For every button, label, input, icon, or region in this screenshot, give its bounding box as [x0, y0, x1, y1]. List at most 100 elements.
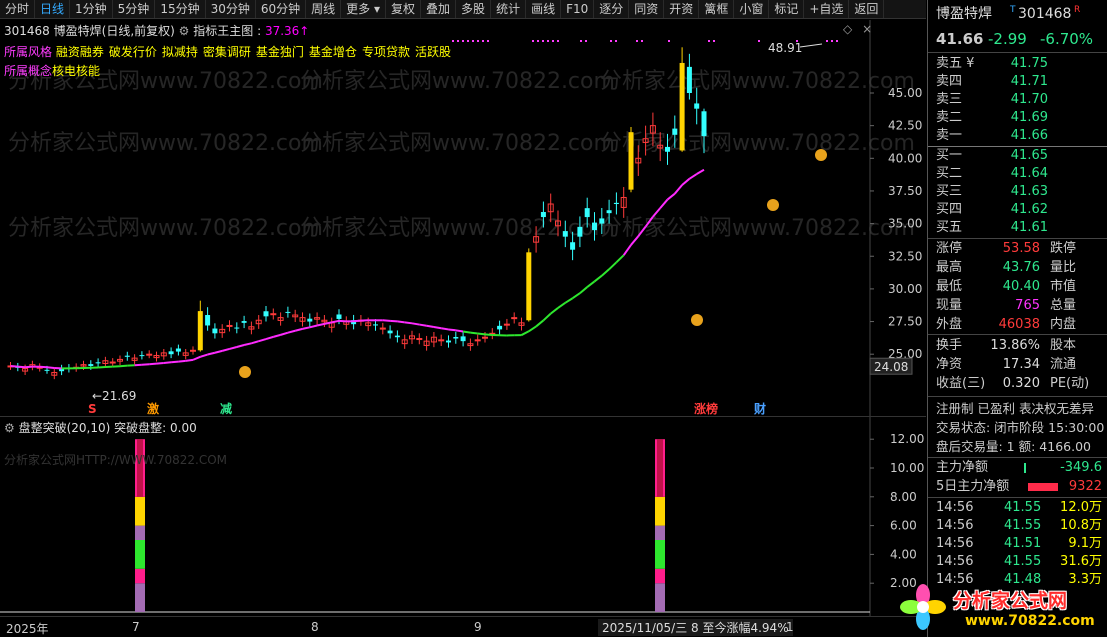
- last-price: 41.66: [936, 30, 984, 48]
- style-prefix: 所属风格: [4, 45, 53, 59]
- ma-line-segment: [579, 286, 588, 294]
- toolbar-item-12[interactable]: 统计: [491, 0, 527, 18]
- ma-line-segment: [229, 346, 238, 350]
- kline-svg[interactable]: 分析家公式网www.70822.com分析家公式网www.70822.com分析…: [0, 20, 926, 416]
- style-tag-3[interactable]: 密集调研: [203, 45, 251, 59]
- signal-dot: [542, 40, 544, 42]
- candle-body: [270, 313, 277, 316]
- ma-line-segment: [550, 307, 559, 315]
- tick-row[interactable]: 14:56 41.55 31.6万: [928, 553, 1107, 571]
- stat-row-2-label: 最低: [936, 279, 963, 294]
- toolbar-item-14[interactable]: F10: [561, 0, 595, 18]
- last-price-tag: 24.08: [874, 360, 908, 374]
- signal-marker-0: S: [88, 402, 97, 416]
- after-hours-text: 盘后交易量: 1 额: 4166.00: [936, 439, 1091, 454]
- candle-body: [387, 330, 393, 334]
- stat-row-1-label2: 量比: [1050, 260, 1077, 275]
- style-tag-5[interactable]: 基金增仓: [309, 45, 357, 59]
- chart-corner-icons[interactable]: ◇ ×: [843, 22, 872, 36]
- toolbar-item-11[interactable]: 多股: [456, 0, 492, 18]
- toolbar-item-21[interactable]: +自选: [804, 0, 850, 18]
- toolbar-item-7[interactable]: 周线: [306, 0, 342, 18]
- main-kline-chart[interactable]: 分析家公式网www.70822.com 分析家公式网www.70822.com 分析…: [0, 20, 926, 416]
- bid-row-3-label: 买四: [936, 202, 963, 217]
- settings-icon[interactable]: ⚙: [179, 24, 190, 38]
- toolbar-item-6[interactable]: 60分钟: [256, 0, 307, 18]
- toolbar-item-22[interactable]: 返回: [849, 0, 885, 18]
- sub-line-value: 0.00: [170, 421, 197, 435]
- toolbar-item-1[interactable]: 日线: [35, 0, 71, 18]
- date-status: 2025/11/05/三 8 至今涨幅4.94%: [598, 619, 793, 636]
- tick-volume: 10.8万: [1060, 518, 1102, 533]
- toolbar-item-18[interactable]: 篱框: [699, 0, 735, 18]
- stat2-row-1-value: 17.34: [1002, 357, 1040, 372]
- ma-line-segment: [659, 198, 669, 209]
- net-bar: [1024, 463, 1026, 473]
- low-price-label: ←21.69: [92, 389, 136, 403]
- ma-line-segment: [411, 322, 420, 326]
- bid-row-2-label: 买三: [936, 184, 963, 199]
- toolbar-item-10[interactable]: 叠加: [421, 0, 457, 18]
- candle-body: [438, 339, 445, 342]
- candle-body: [584, 208, 590, 218]
- toolbar-item-0[interactable]: 分时: [0, 0, 36, 18]
- close-icon[interactable]: ×: [862, 22, 872, 36]
- toolbar-item-19[interactable]: 小窗: [734, 0, 770, 18]
- ma-line-segment: [258, 338, 267, 343]
- signal-dot: [836, 40, 838, 42]
- watermark-text: 分析家公式网www.70822.com: [8, 216, 323, 241]
- style-tag-1[interactable]: 破发行价: [109, 45, 157, 59]
- signal-dot: [452, 40, 454, 42]
- price-axis-label: 42.50: [888, 119, 922, 133]
- toolbar-item-16[interactable]: 同资: [629, 0, 665, 18]
- toolbar-item-9[interactable]: 复权: [386, 0, 422, 18]
- ma-line-segment: [696, 168, 705, 175]
- price-axis-label: 27.50: [888, 315, 922, 329]
- breakout-bar-segment: [135, 540, 145, 569]
- signal-dot: [826, 40, 828, 42]
- style-tag-7[interactable]: 活跃股: [415, 45, 451, 59]
- toolbar-item-20[interactable]: 标记: [769, 0, 805, 18]
- style-tag-6[interactable]: 专项贷款: [362, 45, 410, 59]
- style-tag-2[interactable]: 拟减持: [162, 45, 198, 59]
- stat-row-0-label2: 跌停: [1050, 241, 1077, 256]
- price-axis-label: 35.00: [888, 217, 922, 231]
- ma-line-segment: [390, 319, 398, 323]
- ma-line-segment: [302, 326, 311, 330]
- ma-line-segment: [353, 319, 361, 323]
- ask-row-2-value: 41.70: [1010, 92, 1048, 107]
- signal-dot: [585, 40, 587, 42]
- toolbar-item-5[interactable]: 30分钟: [206, 0, 256, 18]
- candle-body: [285, 311, 291, 313]
- tick-row[interactable]: 14:56 41.55 12.0万: [928, 499, 1107, 517]
- signal-marker-2: 减: [220, 401, 232, 416]
- sub-settings-icon[interactable]: ⚙: [4, 421, 15, 435]
- candle-body: [109, 361, 116, 364]
- stat-row-0-value: 53.58: [1002, 241, 1040, 256]
- toolbar-item-17[interactable]: 开资: [664, 0, 700, 18]
- candle-body: [577, 226, 583, 237]
- style-tag-4[interactable]: 基金独门: [256, 45, 304, 59]
- ma-line-segment: [608, 261, 618, 271]
- toolbar-item-13[interactable]: 画线: [526, 0, 562, 18]
- candle-body: [197, 311, 203, 351]
- toolbar-item-3[interactable]: 5分钟: [113, 0, 156, 18]
- tick-row[interactable]: 14:56 41.55 10.8万: [928, 517, 1107, 535]
- candle-body: [241, 321, 247, 323]
- sub-indicator-chart[interactable]: 12.00 10.00 8.00 6.00 4.00 2.00 ⚙ 盘整突破(20,10)…: [0, 416, 926, 617]
- tick-row[interactable]: 14:56 41.51 9.1万: [928, 535, 1107, 553]
- net-label: 主力净额: [936, 460, 989, 475]
- style-tag-0[interactable]: 融资融券: [56, 45, 104, 59]
- toolbar-item-8[interactable]: 更多 ▾: [341, 0, 387, 18]
- candle-body: [592, 222, 597, 231]
- toolbar-item-15[interactable]: 逐分: [594, 0, 630, 18]
- tick-time: 14:56: [936, 518, 974, 533]
- sub-indicator-svg[interactable]: 12.0010.008.006.004.002.00: [0, 417, 926, 617]
- chart-mode: (日线,前复权): [101, 24, 175, 38]
- candle-body: [511, 317, 518, 320]
- toolbar-item-2[interactable]: 1分钟: [70, 0, 113, 18]
- toolbar-item-4[interactable]: 15分钟: [155, 0, 206, 18]
- diamond-icon[interactable]: ◇: [843, 22, 852, 36]
- candle-body: [307, 318, 313, 322]
- ma-line-segment: [382, 319, 391, 322]
